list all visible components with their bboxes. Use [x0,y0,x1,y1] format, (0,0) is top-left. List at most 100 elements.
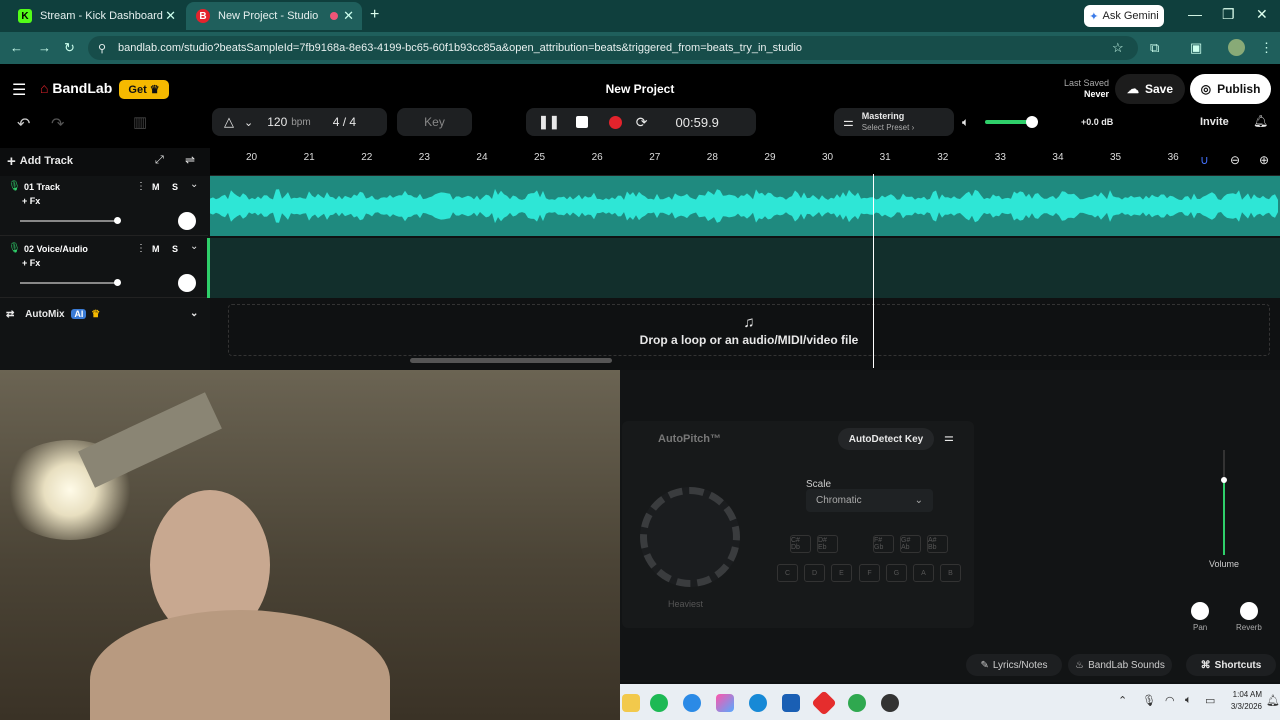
track-volume-slider[interactable] [20,217,121,224]
chevron-down-icon[interactable]: ⌄ [190,241,198,252]
wifi-icon[interactable]: ◠ [1165,694,1175,707]
key-f[interactable]: F [859,564,880,582]
add-fx-button[interactable]: + Fx [22,196,40,206]
bell-icon[interactable]: 🔔︎ [1253,114,1268,128]
pan-knob[interactable] [1191,602,1209,620]
track-name[interactable]: 02 Voice/Audio [24,244,88,254]
key-g[interactable]: G [886,564,907,582]
close-icon[interactable]: ✕ [165,8,176,24]
track-header-1[interactable]: 🎙︎ 01 Track ⋮ M S ⌄ + Fx [0,176,208,236]
key-g-sharp[interactable]: G# Ab [900,535,921,553]
add-fx-button[interactable]: + Fx [22,258,40,268]
lyrics-notes-button[interactable]: ✎ Lyrics/Notes [966,654,1062,676]
key-d-sharp[interactable]: D# Eb [817,535,838,553]
sidepanel-icon[interactable]: ▣ [1190,40,1202,56]
notifications-icon[interactable]: 🔔︎ [1266,694,1280,707]
bookmark-star-icon[interactable]: ☆ [1112,40,1124,56]
mute-button[interactable]: M [152,182,160,192]
get-membership-button[interactable]: Get ♛ [119,80,169,99]
horizontal-scrollbar[interactable] [410,358,612,363]
audio-region-track-1[interactable] [210,176,1280,236]
settings-sliders-icon[interactable]: ⚌ [944,431,954,444]
autodetect-key-button[interactable]: AutoDetect Key [838,428,934,450]
time-signature[interactable]: 4 / 4 [333,115,356,129]
site-info-icon[interactable]: ⚲ [98,42,106,55]
track-header-2[interactable]: 🎙︎ 02 Voice/Audio ⋮ M S ⌄ + Fx [0,238,208,298]
snap-magnet-icon[interactable]: ∪ [1200,153,1209,167]
chevron-down-icon[interactable]: ⌄ [244,116,253,129]
drop-zone[interactable]: ♫ Drop a loop or an audio/MIDI/video fil… [228,304,1270,356]
more-options-icon[interactable]: ⋮ [136,181,146,192]
pitch-knob[interactable] [640,487,740,587]
key-button[interactable]: Key [397,108,472,136]
tools-icon[interactable]: ▥ [133,113,147,131]
key-b[interactable]: B [940,564,961,582]
edge-icon[interactable] [683,694,701,712]
undo-icon[interactable]: ↶ [17,114,30,134]
stop-icon[interactable] [575,116,588,128]
shortcuts-button[interactable]: ⌘ Shortcuts [1186,654,1276,676]
project-title[interactable]: New Project [540,82,740,96]
publish-button[interactable]: ◎ Publish [1190,74,1271,104]
back-icon[interactable]: ← [10,40,23,55]
redo-icon[interactable]: ↷ [51,114,64,134]
empty-lane-track-2[interactable] [210,238,1280,298]
profile-avatar[interactable] [1228,39,1245,56]
key-a-sharp[interactable]: A# Bb [927,535,948,553]
record-icon[interactable] [608,115,622,129]
key-c[interactable]: C [777,564,798,582]
key-a[interactable]: A [913,564,934,582]
obs-icon[interactable] [881,694,899,712]
url-field[interactable]: ⚲ bandlab.com/studio?beatsSampleId=7fb91… [88,36,1138,60]
zoom-out-icon[interactable]: ⊖ [1230,153,1240,167]
volume-thumb[interactable] [1026,116,1038,128]
zoom-in-icon[interactable]: ⊕ [1259,153,1269,167]
key-f-sharp[interactable]: F# Gb [873,535,894,553]
scale-select[interactable]: Chromatic ⌄ [806,489,933,512]
solo-button[interactable]: S [172,244,178,254]
metronome-icon[interactable]: △ [224,114,234,130]
key-e[interactable]: E [831,564,852,582]
key-c-sharp[interactable]: C# Db [790,535,811,553]
slider-thumb[interactable] [114,279,121,286]
window-close-icon[interactable]: ✕ [1256,6,1268,23]
menu-dots-icon[interactable]: ⋮ [1260,40,1273,56]
save-button[interactable]: ☁ Save [1115,74,1185,104]
speaker-icon[interactable]: 🔈︎ [1185,694,1192,707]
bandlab-logo[interactable]: ⌂ BandLab [40,80,112,96]
store-icon[interactable] [782,694,800,712]
microphone-icon[interactable]: 🎙︎ [1142,694,1156,707]
chrome-icon[interactable] [848,694,866,712]
ask-gemini-button[interactable]: ✦ Ask Gemini [1084,5,1164,27]
hamburger-icon[interactable]: ☰ [12,80,26,100]
copilot-icon[interactable] [716,694,734,712]
key-d[interactable]: D [804,564,825,582]
mastering-button[interactable]: ⚌ Mastering Select Preset › [834,108,954,136]
chevron-down-icon[interactable]: ⌄ [190,308,198,319]
invite-button[interactable]: Invite [1200,116,1229,128]
battery-icon[interactable]: ▭ [1205,694,1215,707]
pause-icon[interactable]: ❚❚ [538,114,560,130]
automix-row[interactable]: ⇄ AutoMix AI ♛ ⌄ [6,308,198,320]
track-name[interactable]: 01 Track [24,182,60,192]
chevron-up-icon[interactable]: ⌃ [1118,694,1127,707]
pan-knob[interactable] [178,274,196,292]
slider-thumb[interactable] [114,217,121,224]
spotify-icon[interactable] [650,694,668,712]
bpm-value[interactable]: 120 [267,115,287,129]
more-options-icon[interactable]: ⋮ [136,243,146,254]
mixer-toggle-icon[interactable]: ⇌ [185,153,195,167]
extensions-icon[interactable]: ⧉ [1150,40,1159,56]
tab-kick-dashboard[interactable]: K Stream - Kick Dashboard ✕ [8,2,184,30]
clock[interactable]: 1:04 AM 3/3/2026 [1220,689,1262,713]
new-tab-icon[interactable]: + [370,6,379,24]
close-icon[interactable]: ✕ [343,8,354,24]
reload-icon[interactable]: ↻ [64,40,75,56]
pan-knob[interactable] [178,212,196,230]
loop-icon[interactable]: ⟳ [636,114,648,131]
track-volume-slider[interactable] [20,279,121,286]
mute-button[interactable]: M [152,244,160,254]
automation-icon[interactable]: ⤢ [155,154,164,167]
chevron-down-icon[interactable]: ⌄ [190,179,198,190]
maximize-icon[interactable]: ❐ [1222,6,1235,23]
